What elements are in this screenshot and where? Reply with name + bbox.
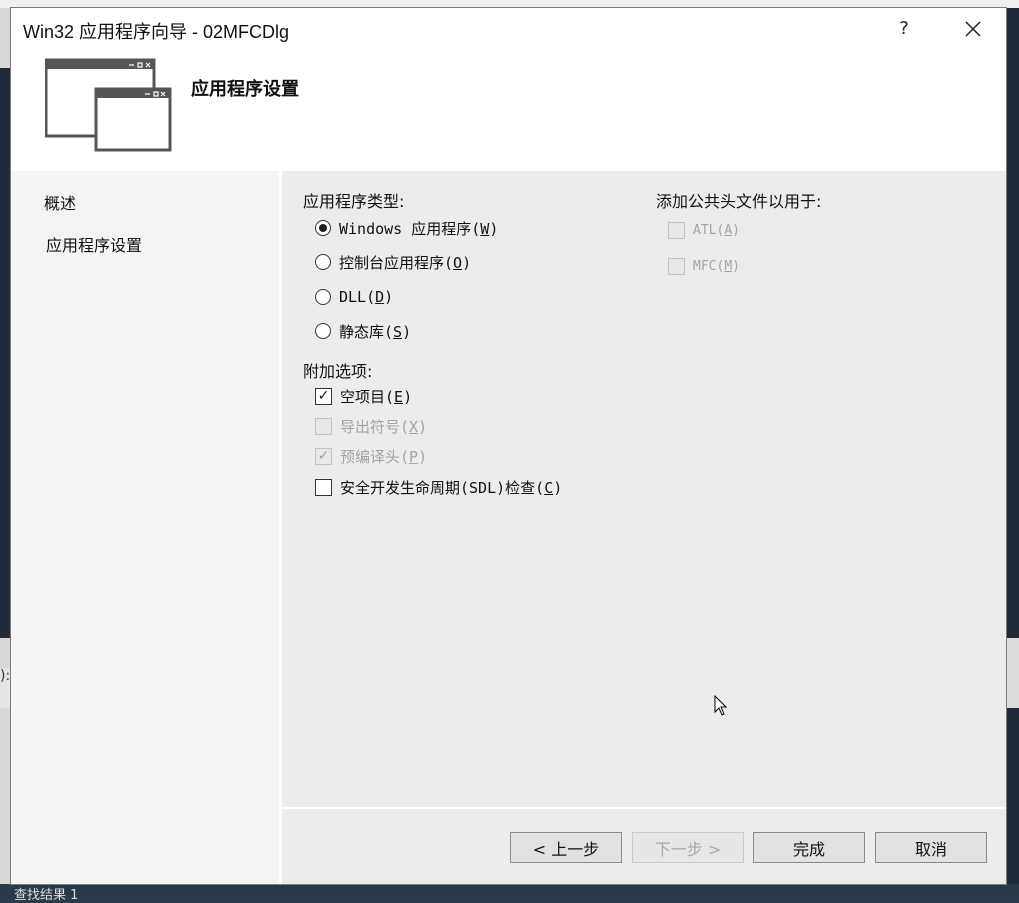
background-tab-label: 查找结果 1 (14, 888, 79, 903)
checkbox-atl: ATL(A) (668, 218, 740, 242)
prev-button[interactable]: < 上一步 (510, 832, 622, 863)
wizard-dialog: Win32 应用程序向导 - 02MFCDlg ? 应用程序设置 概述 应用程序… (10, 7, 1007, 885)
checkbox-precompiled-header: ✓ 预编译头(P) (315, 444, 427, 468)
radio-dll[interactable]: DLL(D) (315, 285, 393, 309)
accelerator-key: A (724, 222, 733, 238)
option-label: Windows 应用程序( (339, 219, 481, 238)
background-left-strip: ): (0, 8, 10, 888)
background-output-fragment: ): (0, 668, 10, 708)
option-label: ATL( (693, 222, 725, 238)
accelerator-key: W (480, 219, 490, 238)
cancel-button[interactable]: 取消 (875, 832, 987, 863)
background-panel-right (1007, 638, 1019, 708)
background-status-tab[interactable]: 查找结果 1 (0, 884, 1019, 903)
option-label-end: ) (732, 222, 740, 238)
accelerator-key: C (544, 478, 554, 497)
background-left-mark: ): (0, 668, 11, 684)
accelerator-key: E (394, 387, 404, 406)
option-label-end: ) (402, 322, 412, 341)
checkbox-empty-project[interactable]: ✓ 空项目(E) (315, 384, 412, 408)
checkbox-export-symbols: 导出符号(X) (315, 414, 427, 438)
accelerator-key: X (409, 417, 419, 436)
checkbox-sdl-checks[interactable]: 安全开发生命周期(SDL)检查(C) (315, 475, 562, 499)
radio-console-app[interactable]: 控制台应用程序(O) (315, 250, 471, 274)
radio-windows-app[interactable]: Windows 应用程序(W) (315, 216, 498, 240)
mouse-cursor-icon (714, 695, 728, 716)
option-label: 安全开发生命周期(SDL)检查( (340, 478, 545, 497)
radio-indicator[interactable] (315, 220, 331, 236)
option-label-end: ) (553, 478, 563, 497)
nav-item-app-settings[interactable]: 应用程序设置 (46, 232, 142, 256)
radio-indicator[interactable] (315, 289, 331, 305)
option-label-end: ) (403, 387, 413, 406)
option-label: 静态库( (339, 322, 394, 341)
radio-indicator[interactable] (315, 323, 331, 339)
page-title: 应用程序设置 (191, 79, 299, 100)
background-panel (0, 68, 10, 638)
option-label: DLL( (339, 288, 376, 306)
checkbox-indicator (668, 257, 685, 275)
extra-options-label: 附加选项: (303, 362, 373, 381)
radio-indicator[interactable] (315, 254, 331, 270)
wizard-nav: 概述 应用程序设置 (11, 171, 279, 884)
option-label-end: ) (462, 253, 472, 272)
finish-button[interactable]: 完成 (753, 832, 865, 863)
checkbox-indicator[interactable]: ✓ (315, 387, 332, 405)
settings-panel: 应用程序类型: Windows 应用程序(W) 控制台应用程序(O) DLL(D… (282, 171, 1006, 807)
window-title: Win32 应用程序向导 - 02MFCDlg (23, 22, 290, 42)
checkbox-indicator: ✓ (315, 447, 332, 465)
wizard-window-icon (45, 58, 172, 152)
option-label-end: ) (418, 447, 428, 466)
checkbox-indicator (668, 221, 685, 239)
nav-item-overview[interactable]: 概述 (44, 190, 76, 214)
option-label-end: ) (732, 258, 740, 274)
title-bar[interactable]: Win32 应用程序向导 - 02MFCDlg ? (11, 8, 1006, 50)
option-label: MFC( (693, 258, 725, 274)
checkbox-indicator[interactable] (315, 478, 332, 496)
option-label: 控制台应用程序( (339, 253, 454, 272)
next-button: 下一步 > (632, 832, 744, 863)
wizard-body: 概述 应用程序设置 应用程序类型: Windows 应用程序(W) 控制台应用程… (11, 171, 1006, 884)
app-type-label: 应用程序类型: (303, 192, 405, 211)
accelerator-key: P (409, 447, 419, 466)
option-label: 空项目( (340, 387, 395, 406)
accelerator-key: S (393, 322, 403, 341)
close-button[interactable] (956, 14, 990, 44)
help-icon: ? (899, 18, 909, 39)
option-label-end: ) (418, 417, 428, 436)
option-label: 导出符号( (340, 417, 410, 436)
radio-static-lib[interactable]: 静态库(S) (315, 319, 411, 343)
checkbox-mfc: MFC(M) (668, 254, 740, 278)
button-bar: < 上一步 下一步 > 完成 取消 (282, 809, 1006, 884)
close-icon (965, 21, 981, 37)
option-label-end: ) (384, 288, 394, 306)
background-right-strip (1007, 8, 1019, 888)
help-button[interactable]: ? (889, 14, 919, 44)
common-headers-label: 添加公共头文件以用于: (656, 192, 822, 211)
accelerator-key: D (375, 288, 385, 306)
checkbox-indicator (315, 417, 332, 435)
option-label-end: ) (489, 219, 499, 238)
option-label: 预编译头( (340, 447, 410, 466)
accelerator-key: O (453, 253, 463, 272)
accelerator-key: M (724, 258, 733, 274)
